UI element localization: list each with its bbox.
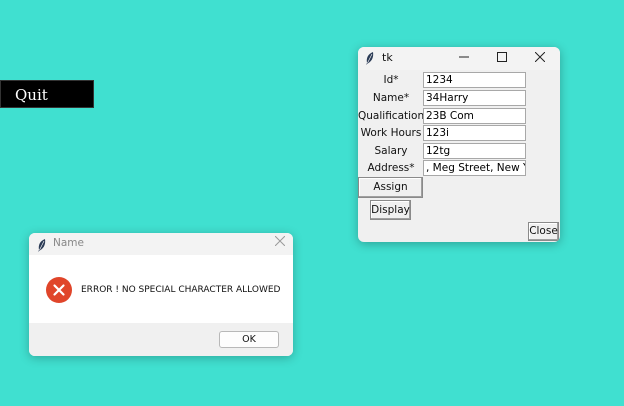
display-button[interactable]: Display [370,200,411,220]
error-message: ERROR ! NO SPECIAL CHARACTER ALLOWED [81,285,281,295]
work-hours-field[interactable]: 123i [423,125,526,141]
dialog-title: Name [53,237,84,249]
salary-field[interactable]: 12tg [423,143,526,159]
id-label: Id* [383,74,399,86]
address-field[interactable]: , Meg Street, New York [423,160,526,176]
close-button[interactable]: Close [528,222,559,241]
dialog-body: ERROR ! NO SPECIAL CHARACTER ALLOWED [29,255,293,323]
dialog-footer: OK [29,323,293,356]
qualifications-label: Qualifications [358,110,430,122]
tk-window: tk Id* 1234 Name* 34Harry Qualifications… [358,47,560,242]
salary-label: Salary [374,145,408,157]
work-hours-label: Work Hours [360,127,422,139]
window-close-button[interactable] [522,47,558,70]
error-dialog: Name ERROR ! NO SPECIAL CHARACTER ALLOWE… [29,233,293,356]
minimize-button[interactable] [446,47,482,70]
assign-value-button[interactable]: Assign Value [358,177,423,212]
feather-icon [365,52,375,68]
id-field[interactable]: 1234 [423,72,526,88]
address-label: Address* [367,162,415,174]
qualifications-field[interactable]: 23B Com [423,108,526,124]
error-icon [46,277,72,303]
dialog-close-button[interactable] [274,235,286,250]
name-label: Name* [372,92,410,104]
dialog-titlebar[interactable]: Name [29,233,293,255]
ok-button[interactable]: OK [219,331,279,348]
feather-icon [37,237,47,256]
window-title: tk [382,51,393,64]
maximize-button[interactable] [484,47,520,70]
tk-titlebar[interactable]: tk [358,47,560,70]
name-field[interactable]: 34Harry [423,90,526,106]
quit-button[interactable]: Quit [0,80,94,108]
